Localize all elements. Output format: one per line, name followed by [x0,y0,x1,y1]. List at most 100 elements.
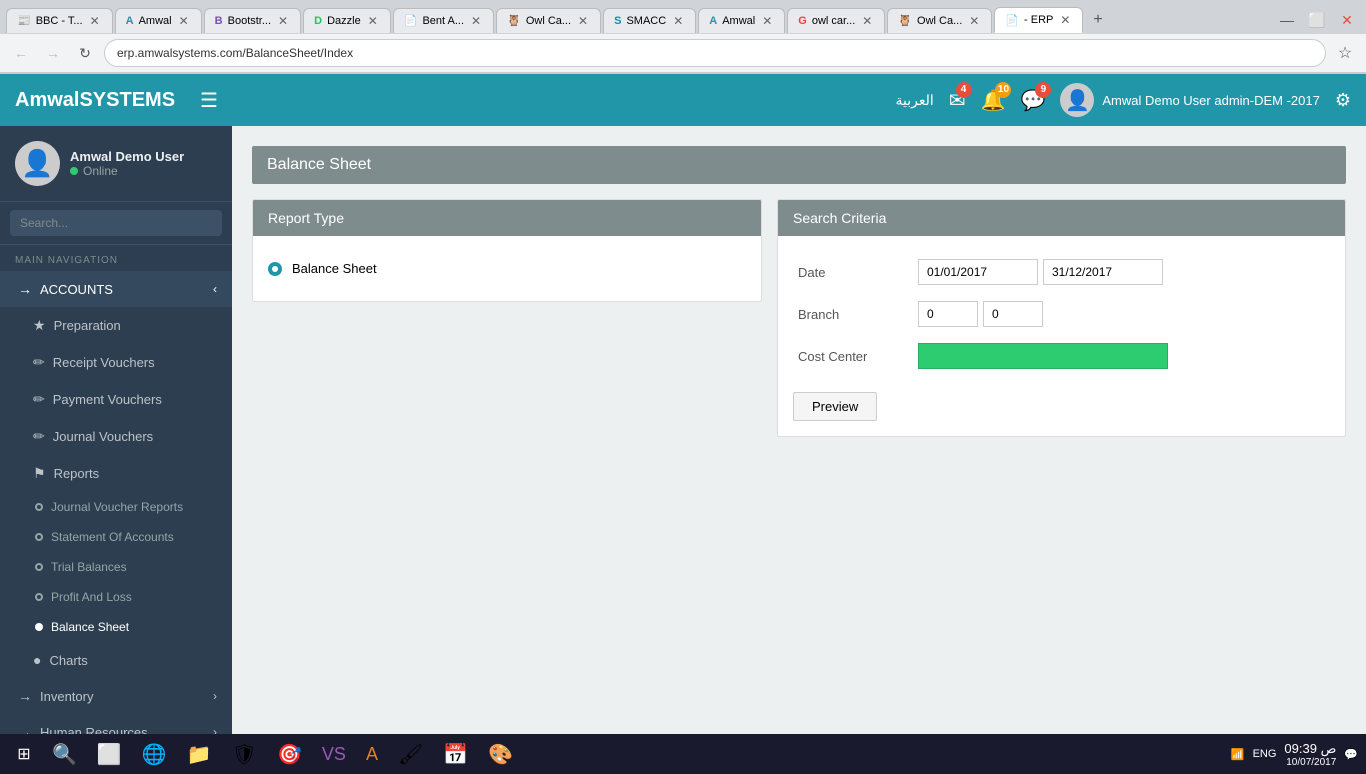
browser-tab[interactable]: G owl car... ✕ [787,8,885,33]
status-dot-icon [70,167,78,175]
search-input[interactable] [10,210,222,236]
search-criteria-body: Date Branch [778,236,1345,436]
browser-tab[interactable]: B Bootstr... ✕ [204,8,301,33]
time-display: 09:39 ص [1284,741,1336,757]
bell-icon-group[interactable]: 🔔 10 [981,88,1006,113]
tab-close-icon[interactable]: ✕ [366,14,380,28]
date-from-input[interactable] [918,259,1038,285]
bullet-icon [35,593,43,601]
edge-browser-button[interactable]: 🌐 [134,738,175,771]
new-tab-button[interactable]: + [1085,6,1110,34]
browser-tab[interactable]: D Dazzle ✕ [303,8,391,33]
browser-tab[interactable]: S SMACC ✕ [603,8,696,33]
task-view-button[interactable]: ⬜ [89,738,130,771]
sidebar-subitem-balance-sheet[interactable]: Balance Sheet [0,612,232,642]
radio-button[interactable] [268,262,282,276]
tab-close-icon[interactable]: ✕ [576,14,590,28]
search-taskbar-button[interactable]: 🔍 [44,738,85,771]
refresh-button[interactable]: ↻ [72,40,98,66]
calendar-button[interactable]: 📅 [435,738,476,771]
bookmark-button[interactable]: ☆ [1332,40,1358,66]
sidebar-item-receipt-vouchers[interactable]: ✏ Receipt Vouchers [0,344,232,381]
sidebar-item-payment-vouchers[interactable]: ✏ Payment Vouchers [0,381,232,418]
accounts-icon: → [18,281,32,297]
user-name-label: Amwal Demo User admin-DEM -2017 [1102,93,1319,108]
bullet-icon [35,533,43,541]
minimize-button[interactable]: — [1274,7,1300,33]
branch-inputs [913,293,1330,335]
tab-close-icon[interactable]: ✕ [760,14,774,28]
sidebar-item-label: Reports [54,466,100,481]
sidebar-subitem-label: Balance Sheet [51,620,129,634]
shield-app-button[interactable]: 🛡 [224,738,265,771]
back-button[interactable]: ← [8,40,34,66]
maximize-button[interactable]: ⬜ [1304,7,1330,33]
notification-icon[interactable]: 💬 [1344,748,1358,761]
target-app-button[interactable]: 🎯 [269,738,310,771]
tab-close-icon[interactable]: ✕ [276,14,290,28]
user-info[interactable]: 👤 Amwal Demo User admin-DEM -2017 [1060,83,1319,117]
sidebar-avatar: 👤 [15,141,60,186]
paint-button[interactable]: 🎨 [480,738,521,771]
forward-button[interactable]: → [40,40,66,66]
file-explorer-button[interactable]: 📁 [179,738,220,771]
tab-close-icon[interactable]: ✕ [177,14,191,28]
browser-nav-bar: ← → ↻ ☆ [0,34,1366,73]
browser-tab[interactable]: 🦉 Owl Ca... ✕ [887,8,992,33]
arabic-language-link[interactable]: العربية [896,92,934,109]
address-bar[interactable] [104,39,1326,67]
browser-tab-active[interactable]: 📄 - ERP ✕ [994,7,1083,33]
visual-studio-button[interactable]: VS [314,740,354,769]
preview-button[interactable]: Preview [793,392,877,421]
journal-icon: ✏ [33,428,45,445]
settings-icon[interactable]: ⚙ [1335,90,1351,111]
chat-icon-group[interactable]: 💬 9 [1020,88,1045,113]
payment-icon: ✏ [33,391,45,408]
hamburger-button[interactable]: ☰ [195,83,223,118]
main-area: 👤 Amwal Demo User Online MAIN NAVIGATION… [0,126,1366,734]
sidebar-item-human-resources[interactable]: → Human Resources › [0,714,232,734]
table-row: Date [793,251,1330,293]
sidebar-subitem-profit-and-loss[interactable]: Profit And Loss [0,582,232,612]
date-to-input[interactable] [1043,259,1163,285]
branch-from-input[interactable] [918,301,978,327]
sidebar-subitem-trial-balances[interactable]: Trial Balances [0,552,232,582]
hr-icon: → [18,724,32,734]
tab-close-icon[interactable]: ✕ [1058,13,1072,27]
sidebar-subitem-journal-voucher-reports[interactable]: Journal Voucher Reports [0,492,232,522]
sidebar-subitem-statement-of-accounts[interactable]: Statement Of Accounts [0,522,232,552]
mail-icon-group[interactable]: ✉ 4 [949,88,966,113]
browser-tab[interactable]: 📄 Bent A... ✕ [393,8,494,33]
sidebar-search[interactable] [0,202,232,245]
browser-tab[interactable]: A Amwal ✕ [115,8,202,33]
sidebar-item-accounts[interactable]: → ACCOUNTS ‹ [0,271,232,307]
sidebar-user-section: 👤 Amwal Demo User Online [0,126,232,202]
branch-to-input[interactable] [983,301,1043,327]
sidebar-item-charts[interactable]: ● Charts [0,642,232,678]
page-title: Balance Sheet [252,146,1346,184]
close-window-button[interactable]: ✕ [1334,7,1360,33]
amwal-taskbar-button[interactable]: A [358,740,386,769]
start-button[interactable]: ⊞ [8,738,40,770]
tab-close-icon[interactable]: ✕ [88,14,102,28]
date-display: 10/07/2017 [1284,757,1336,768]
chevron-right-icon: › [213,725,217,734]
tab-close-icon[interactable]: ✕ [469,14,483,28]
search-criteria-header: Search Criteria [778,200,1345,236]
sidebar-item-reports[interactable]: ⚑ Reports [0,455,232,492]
tab-close-icon[interactable]: ✕ [860,14,874,28]
cost-center-input[interactable] [918,343,1168,369]
photoshop-button[interactable]: 🖌 [390,738,431,771]
sidebar-item-journal-vouchers[interactable]: ✏ Journal Vouchers [0,418,232,455]
browser-tab[interactable]: A Amwal ✕ [698,8,785,33]
report-type-label: Balance Sheet [292,261,377,276]
sidebar-item-label: Receipt Vouchers [53,355,155,370]
bullet-icon [35,563,43,571]
tab-close-icon[interactable]: ✕ [967,14,981,28]
browser-tab[interactable]: 🦉 Owl Ca... ✕ [496,8,601,33]
sidebar-item-inventory[interactable]: → Inventory › [0,678,232,714]
sidebar-item-preparation[interactable]: ★ Preparation [0,307,232,344]
criteria-table: Date Branch [793,251,1330,377]
tab-close-icon[interactable]: ✕ [671,14,685,28]
browser-tab[interactable]: 📰 BBC - T... ✕ [6,8,113,33]
